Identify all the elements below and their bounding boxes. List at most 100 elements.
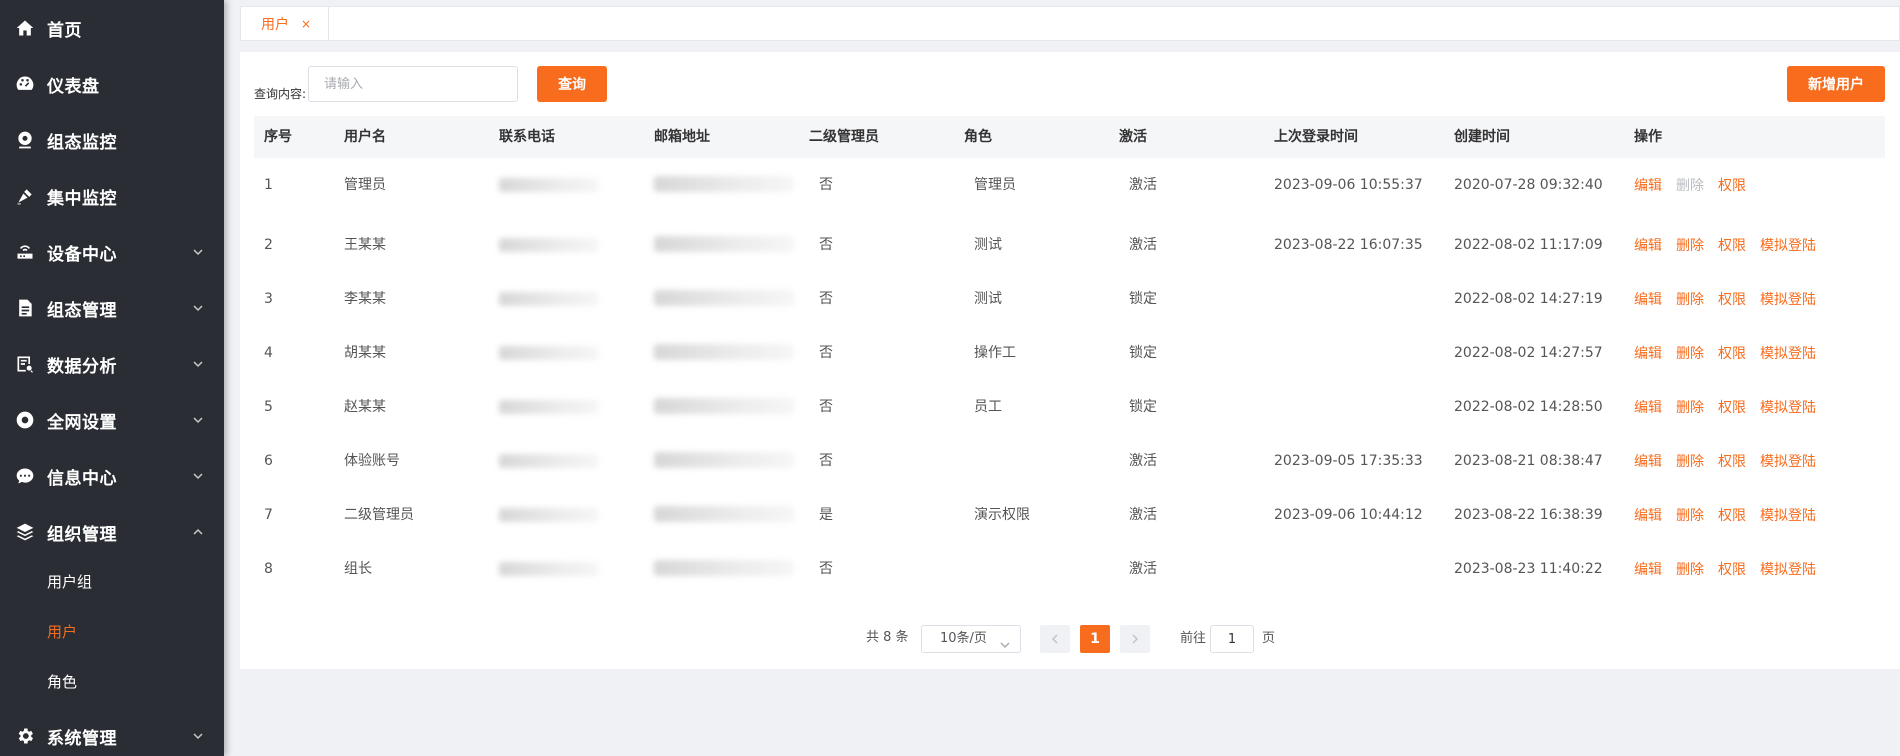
cell-username: 二级管理员: [344, 507, 414, 523]
cell-active: 激活: [1129, 507, 1157, 523]
sidebar-item-info-center[interactable]: 信息中心: [0, 448, 224, 504]
goto-page-input[interactable]: [1210, 625, 1254, 653]
permission-button[interactable]: 权限: [1718, 235, 1746, 255]
permission-button[interactable]: 权限: [1718, 559, 1746, 579]
sidebar-item-network-settings[interactable]: 全网设置: [0, 392, 224, 448]
delete-button[interactable]: 删除: [1676, 235, 1704, 255]
edit-button[interactable]: 编辑: [1634, 397, 1662, 417]
sidebar-item-system-manage[interactable]: 系统管理: [0, 708, 224, 756]
cell-created: 2022-08-02 14:28:50: [1454, 399, 1603, 415]
page-number-button[interactable]: 1: [1080, 625, 1110, 653]
cell-active: 锁定: [1129, 345, 1157, 361]
edit-button[interactable]: 编辑: [1634, 289, 1662, 309]
cell-username: 李某某: [344, 291, 386, 307]
edit-button[interactable]: 编辑: [1634, 235, 1662, 255]
simulate-login-button[interactable]: 模拟登陆: [1760, 289, 1816, 309]
chevron-right-icon: [1132, 634, 1139, 644]
table-header: 序号 用户名 联系电话 邮箱地址 二级管理员 角色 激活 上次登录时间 创建时间…: [254, 116, 1885, 158]
page-size-value: 10条/页: [940, 631, 987, 646]
redacted-email: [654, 560, 794, 576]
cell-created: 2022-08-02 11:17:09: [1454, 237, 1603, 253]
broadcast-icon: [14, 185, 36, 207]
column-header: 二级管理员: [809, 129, 879, 145]
permission-button[interactable]: 权限: [1718, 343, 1746, 363]
sidebar-subitem-users[interactable]: 用户: [0, 606, 224, 656]
table-row: 2 王某某 否 测试 激活 2023-08-22 16:07:35 2022-08-02 1…: [254, 218, 1885, 272]
permission-button[interactable]: 权限: [1718, 175, 1746, 195]
sidebar-item-config-manage[interactable]: 组态管理: [0, 280, 224, 336]
gear-icon: [14, 725, 36, 747]
sidebar-item-dashboard[interactable]: 仪表盘: [0, 56, 224, 112]
sidebar-item-central-monitor[interactable]: 集中监控: [0, 168, 224, 224]
user-list-panel: 查询内容: 查询 新增用户 序号 用户名 联系电话 邮箱地址 二级管理员 角色 …: [240, 52, 1900, 669]
chevron-down-icon: [192, 246, 204, 258]
sidebar-subitem-label: 用户: [47, 622, 78, 641]
cell-username: 体验账号: [344, 453, 400, 469]
edit-button[interactable]: 编辑: [1634, 451, 1662, 471]
cell-created: 2023-08-23 11:40:22: [1454, 561, 1603, 577]
cell-active: 锁定: [1129, 399, 1157, 415]
simulate-login-button[interactable]: 模拟登陆: [1760, 343, 1816, 363]
simulate-login-button[interactable]: 模拟登陆: [1760, 397, 1816, 417]
edit-button[interactable]: 编辑: [1634, 505, 1662, 525]
search-input[interactable]: [308, 66, 518, 102]
sidebar-item-label: 全网设置: [47, 412, 117, 433]
redacted-email: [654, 236, 794, 252]
cell-role: 操作工: [974, 345, 1016, 361]
row-actions: 编辑 删除 权限 模拟登陆: [1634, 542, 1830, 596]
permission-button[interactable]: 权限: [1718, 451, 1746, 471]
sidebar-item-org-manage[interactable]: 组织管理: [0, 504, 224, 560]
delete-button[interactable]: 删除: [1676, 175, 1704, 195]
edit-button[interactable]: 编辑: [1634, 175, 1662, 195]
sidebar-item-config-monitor[interactable]: 组态监控: [0, 112, 224, 168]
chevron-down-icon: [192, 470, 204, 482]
permission-button[interactable]: 权限: [1718, 397, 1746, 417]
delete-button[interactable]: 删除: [1676, 505, 1704, 525]
delete-button[interactable]: 删除: [1676, 343, 1704, 363]
cell-admin2: 是: [819, 507, 833, 523]
next-page-button[interactable]: [1120, 625, 1150, 653]
redacted-phone: [499, 346, 599, 360]
simulate-login-button[interactable]: 模拟登陆: [1760, 559, 1816, 579]
sidebar-subitem-roles[interactable]: 角色: [0, 656, 224, 706]
simulate-login-button[interactable]: 模拟登陆: [1760, 505, 1816, 525]
delete-button[interactable]: 删除: [1676, 289, 1704, 309]
permission-button[interactable]: 权限: [1718, 289, 1746, 309]
cell-active: 激活: [1129, 177, 1157, 193]
tab-users[interactable]: 用户 ×: [241, 7, 329, 40]
close-icon[interactable]: ×: [301, 17, 311, 31]
edit-button[interactable]: 编辑: [1634, 343, 1662, 363]
sidebar-subitem-label: 角色: [47, 672, 78, 691]
home-icon: [14, 17, 36, 39]
cell-admin2: 否: [819, 177, 833, 193]
simulate-login-button[interactable]: 模拟登陆: [1760, 451, 1816, 471]
column-header: 上次登录时间: [1274, 129, 1358, 145]
simulate-login-button[interactable]: 模拟登陆: [1760, 235, 1816, 255]
prev-page-button[interactable]: [1040, 625, 1070, 653]
page-size-select[interactable]: 10条/页: [921, 625, 1021, 653]
tabs-bar: 用户 ×: [240, 6, 1900, 41]
table-row: 6 体验账号 否 激活 2023-09-05 17:35:33 2023-08-21 08…: [254, 434, 1885, 488]
cell-username: 组长: [344, 561, 372, 577]
cell-created: 2023-08-21 08:38:47: [1454, 453, 1603, 469]
sidebar-item-home[interactable]: 首页: [0, 0, 224, 56]
cell-active: 激活: [1129, 237, 1157, 253]
sidebar-subitem-user-group[interactable]: 用户组: [0, 556, 224, 606]
add-user-button[interactable]: 新增用户: [1787, 66, 1885, 102]
sidebar-item-label: 组态管理: [47, 300, 117, 321]
sidebar-item-data-analysis[interactable]: 数据分析: [0, 336, 224, 392]
dashboard-icon: [14, 73, 36, 95]
layers-icon: [14, 521, 36, 543]
query-button[interactable]: 查询: [537, 66, 607, 102]
permission-button[interactable]: 权限: [1718, 505, 1746, 525]
row-actions: 编辑 删除 权限 模拟登陆: [1634, 380, 1830, 434]
cell-role: 测试: [974, 237, 1002, 253]
chevron-left-icon: [1051, 634, 1058, 644]
delete-button[interactable]: 删除: [1676, 451, 1704, 471]
edit-button[interactable]: 编辑: [1634, 559, 1662, 579]
delete-button[interactable]: 删除: [1676, 559, 1704, 579]
sidebar-item-device-center[interactable]: 设备中心: [0, 224, 224, 280]
delete-button[interactable]: 删除: [1676, 397, 1704, 417]
cell-username: 王某某: [344, 237, 386, 253]
sidebar: 首页 仪表盘 组态监控 集中监控 设备中心 组态管理 数据分析 全网设置 信息中…: [0, 0, 224, 756]
